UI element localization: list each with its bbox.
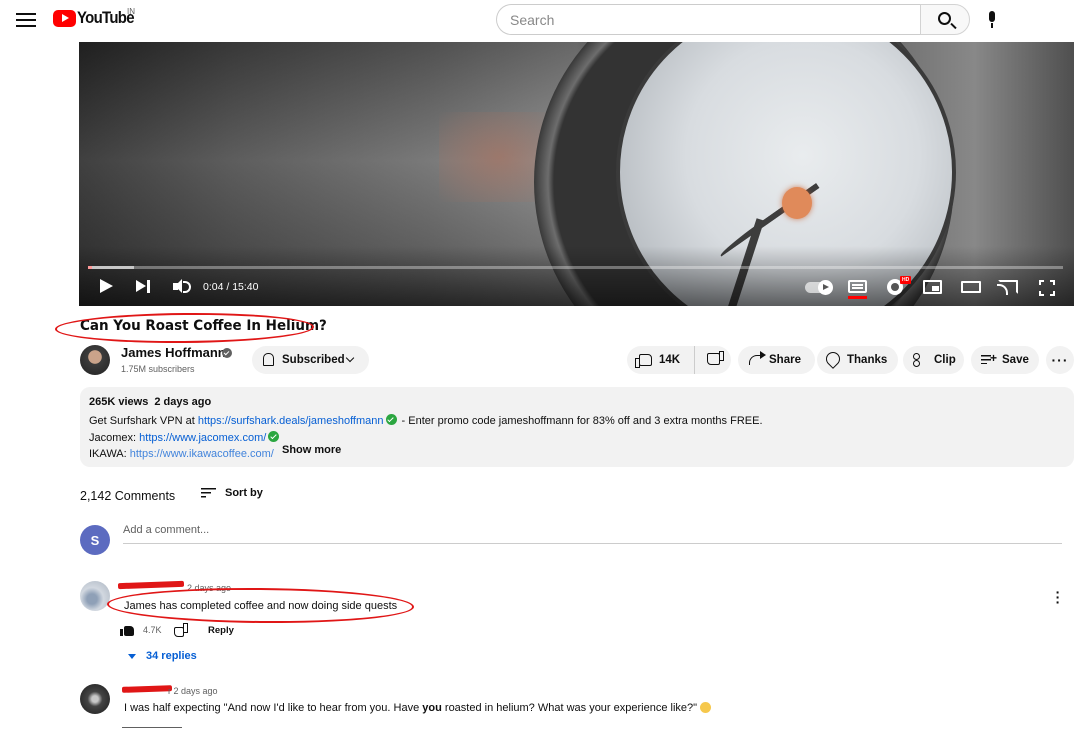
comment-options-icon[interactable]: · · · bbox=[1053, 585, 1063, 609]
description-line-1: Get Surfshark VPN at https://surfshark.d… bbox=[89, 414, 763, 427]
dislike-button[interactable] bbox=[695, 346, 731, 374]
theater-mode-icon[interactable] bbox=[961, 281, 981, 293]
surfshark-link[interactable]: https://surfshark.deals/jameshoffmann bbox=[198, 415, 384, 427]
comment-like-count: 4.7K bbox=[143, 625, 162, 635]
comment-dislike-button[interactable] bbox=[172, 624, 186, 637]
add-comment-input[interactable]: Add a comment... bbox=[123, 524, 1062, 544]
super-thanks-icon bbox=[823, 349, 843, 369]
description-line-2: Jacomex: https://www.jacomex.com/ bbox=[89, 431, 281, 444]
microphone-icon[interactable] bbox=[986, 11, 998, 29]
thanks-label: Thanks bbox=[847, 354, 888, 366]
playlist-add-icon bbox=[981, 351, 997, 365]
cast-icon[interactable] bbox=[997, 280, 1018, 295]
comments-count: 2,142 Comments bbox=[80, 489, 176, 503]
menu-icon[interactable] bbox=[16, 10, 36, 28]
subscriber-count: 1.75M subscribers bbox=[121, 364, 195, 374]
description-box[interactable]: 265K views 2 days ago Get Surfshark VPN a… bbox=[80, 387, 1074, 467]
comment-text: James has completed coffee and now doing… bbox=[124, 600, 398, 612]
promo-text: - Enter promo code jameshoffmann for 83%… bbox=[398, 415, 763, 427]
share-arrow-icon bbox=[749, 351, 766, 365]
thumbs-down-icon bbox=[174, 627, 184, 637]
controls-gradient bbox=[79, 246, 1074, 306]
fullscreen-icon[interactable] bbox=[1039, 280, 1055, 296]
search-input[interactable]: Search bbox=[496, 4, 921, 35]
channel-name[interactable]: James Hoffmann bbox=[121, 345, 226, 360]
country-code: IN bbox=[127, 7, 135, 16]
user-avatar: S bbox=[80, 525, 110, 555]
comment-time: r 2 days ago bbox=[168, 686, 218, 696]
verified-link-icon bbox=[385, 414, 397, 425]
comment-time: 2 days ago bbox=[187, 583, 232, 593]
jacomex-label: Jacomex: bbox=[89, 432, 140, 444]
play-icon[interactable] bbox=[98, 274, 114, 300]
comment-like-button[interactable] bbox=[120, 624, 136, 637]
next-icon[interactable] bbox=[135, 274, 151, 300]
subscribed-label: Subscribed bbox=[282, 354, 345, 366]
ikawa-link[interactable]: https://www.ikawacoffee.com/ bbox=[130, 448, 274, 460]
thumbs-up-icon bbox=[120, 626, 134, 636]
captions-active-indicator bbox=[848, 296, 867, 299]
autoplay-toggle[interactable] bbox=[805, 280, 833, 295]
more-actions-button[interactable]: ··· bbox=[1046, 346, 1074, 374]
commenter-avatar[interactable] bbox=[80, 581, 110, 611]
subscribed-button[interactable]: Subscribed bbox=[252, 346, 369, 374]
video-player[interactable]: 0:04 / 15:40 HD bbox=[79, 42, 1074, 306]
reply-button[interactable]: Reply bbox=[208, 625, 234, 636]
comment-actions-row bbox=[122, 727, 182, 730]
video-title: Can You Roast Coffee In Helium? bbox=[80, 318, 327, 334]
share-button[interactable]: Share bbox=[738, 346, 815, 374]
thanks-button[interactable]: Thanks bbox=[817, 346, 898, 374]
like-button[interactable]: 14K bbox=[627, 346, 695, 374]
gauge-hub bbox=[782, 187, 812, 219]
sort-icon bbox=[201, 488, 216, 498]
like-count: 14K bbox=[659, 354, 681, 366]
verified-check-icon bbox=[222, 348, 232, 358]
redacted-username bbox=[117, 580, 185, 590]
scissors-icon bbox=[913, 353, 927, 367]
captions-icon[interactable] bbox=[848, 280, 867, 293]
clip-button[interactable]: Clip bbox=[903, 346, 964, 374]
search-button[interactable] bbox=[920, 4, 970, 35]
search-icon bbox=[938, 12, 951, 25]
redacted-username bbox=[121, 685, 173, 693]
chevron-down-icon bbox=[345, 353, 355, 363]
show-more-button[interactable]: Show more bbox=[282, 444, 342, 456]
sponsor-text: Get Surfshark VPN at bbox=[89, 415, 198, 427]
like-dislike-group: 14K bbox=[627, 346, 731, 374]
bell-icon bbox=[263, 353, 274, 366]
thumbs-down-icon bbox=[707, 353, 720, 365]
view-replies-button[interactable]: 34 replies bbox=[126, 650, 197, 662]
description-line-3: IKAWA: https://www.ikawacoffee.com/ bbox=[89, 448, 274, 460]
verified-link-icon bbox=[268, 431, 280, 442]
upload-date: 2 days ago bbox=[154, 396, 212, 408]
ikawa-label: IKAWA: bbox=[89, 448, 130, 460]
logo-text: YouTube bbox=[77, 8, 135, 27]
sort-label: Sort by bbox=[225, 487, 263, 499]
grinning-emoji-icon bbox=[700, 702, 712, 713]
clip-label: Clip bbox=[934, 354, 956, 366]
comment-text-part: I was half expecting "And now I'd like t… bbox=[124, 702, 423, 714]
buffer-bar bbox=[88, 266, 134, 269]
comment-text: I was half expecting "And now I'd like t… bbox=[124, 702, 712, 714]
youtube-play-logo-icon bbox=[53, 9, 76, 27]
sort-by-button[interactable]: Sort by bbox=[201, 487, 263, 499]
comment-text-part: roasted in helium? What was your experie… bbox=[441, 702, 698, 714]
save-label: Save bbox=[1002, 354, 1029, 366]
channel-avatar[interactable] bbox=[80, 345, 110, 375]
time-display: 0:04 / 15:40 bbox=[203, 281, 259, 293]
share-label: Share bbox=[769, 354, 801, 366]
comment-text-bold: you bbox=[422, 702, 442, 714]
description-meta: 265K views 2 days ago bbox=[89, 396, 211, 408]
save-button[interactable]: Save bbox=[971, 346, 1039, 374]
hd-badge: HD bbox=[900, 276, 912, 284]
view-count: 265K views bbox=[89, 396, 149, 408]
commenter-avatar[interactable] bbox=[80, 684, 110, 714]
miniplayer-icon[interactable] bbox=[923, 280, 942, 294]
progress-bar[interactable] bbox=[88, 266, 1063, 269]
top-bar: YouTube IN Search bbox=[0, 0, 1080, 40]
jacomex-link[interactable]: https://www.jacomex.com/ bbox=[139, 432, 266, 444]
thumbs-up-icon bbox=[635, 354, 652, 368]
